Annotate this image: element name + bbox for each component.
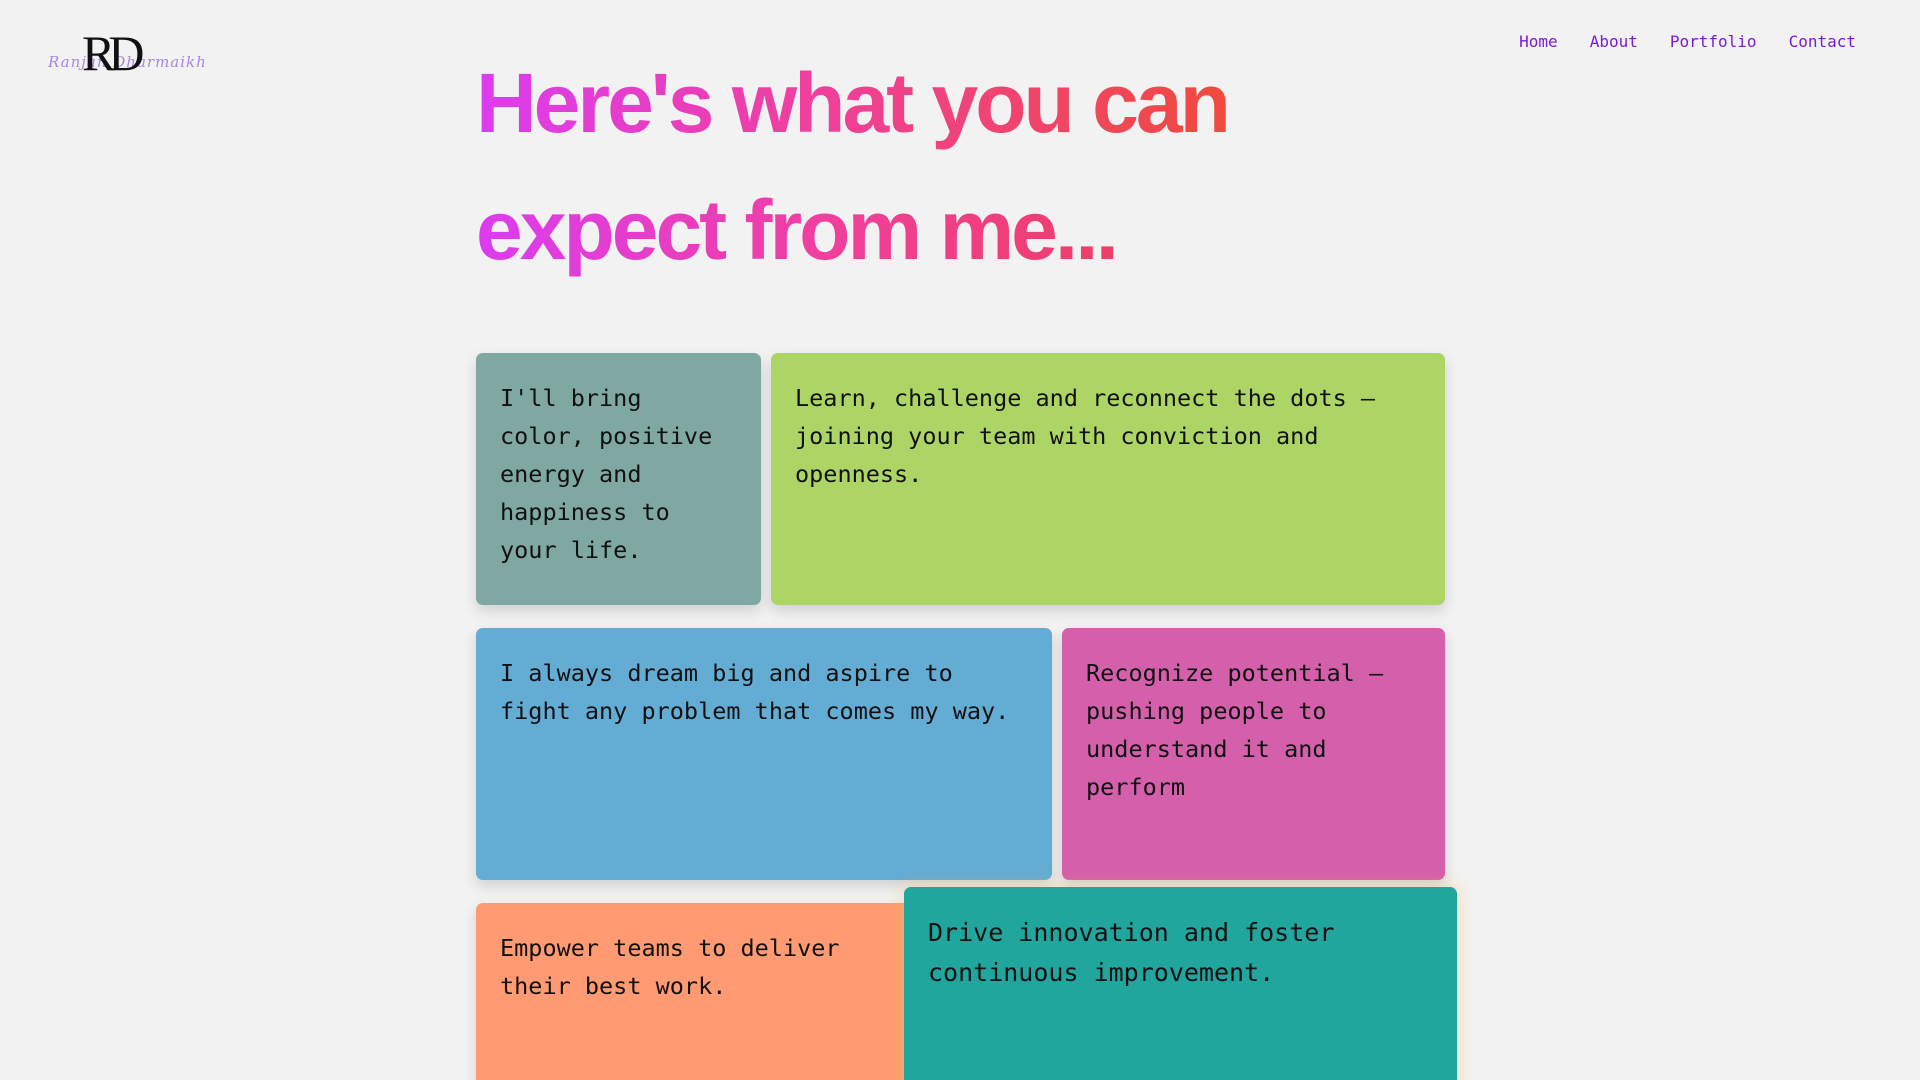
nav-link-about[interactable]: About	[1590, 32, 1638, 51]
card-learn-challenge: Learn, challenge and reconnect the dots …	[771, 353, 1445, 605]
card-drive-innovation[interactable]: Drive innovation and foster continuous i…	[904, 887, 1457, 1080]
logo[interactable]: Ranjan Dharmaikh RD	[48, 18, 206, 88]
card-text: I always dream big and aspire to fight a…	[500, 659, 1010, 725]
card-recognize-potential: Recognize potential — pushing people to …	[1062, 628, 1445, 880]
headline-line-2: expect from me...	[476, 167, 1119, 294]
nav-link-home[interactable]: Home	[1519, 32, 1558, 51]
headline-line-1: Here's what you can	[476, 40, 1231, 167]
card-color-positivity: I'll bring color, positive energy and ha…	[476, 353, 761, 605]
card-text: I'll bring color, positive energy and ha…	[500, 384, 713, 564]
card-text: Drive innovation and foster continuous i…	[928, 918, 1335, 987]
nav-link-portfolio[interactable]: Portfolio	[1670, 32, 1757, 51]
card-text: Empower teams to deliver their best work…	[500, 934, 840, 1000]
card-text: Recognize potential — pushing people to …	[1086, 659, 1384, 801]
nav-link-contact[interactable]: Contact	[1789, 32, 1856, 51]
card-dream-big: I always dream big and aspire to fight a…	[476, 628, 1052, 880]
logo-monogram: RD	[82, 25, 145, 81]
main-nav: Home About Portfolio Contact	[1519, 32, 1856, 51]
card-empower-teams: Empower teams to deliver their best work…	[476, 903, 916, 1080]
card-text: Learn, challenge and reconnect the dots …	[795, 384, 1376, 488]
page-headline: Here's what you can expect from me...	[476, 40, 1376, 294]
